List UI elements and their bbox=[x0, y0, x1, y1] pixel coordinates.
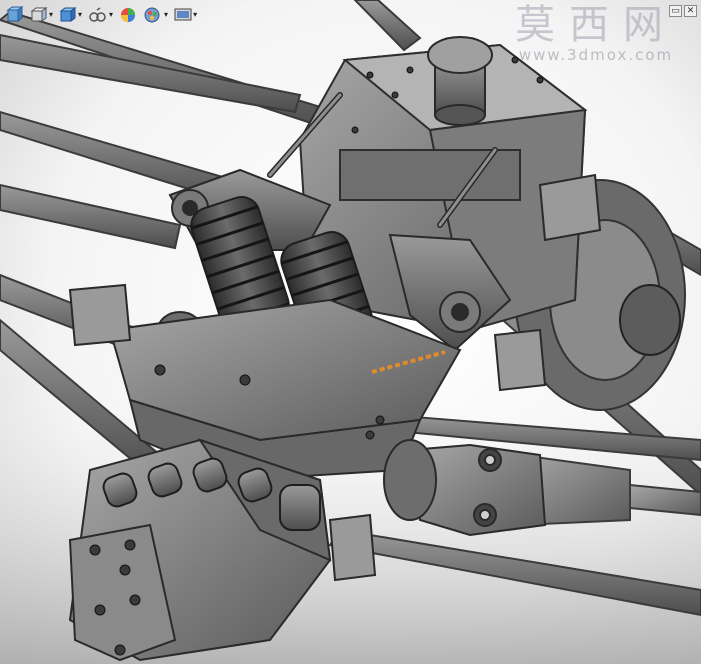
hide-show-items-button[interactable]: ▾ bbox=[57, 4, 84, 26]
view-display-button[interactable]: ▾ bbox=[172, 4, 199, 26]
filler-cap bbox=[427, 36, 493, 126]
chevron-down-icon[interactable]: ▾ bbox=[109, 11, 113, 19]
view-orientation-button[interactable] bbox=[4, 4, 26, 26]
chevron-down-icon[interactable]: ▾ bbox=[164, 11, 168, 19]
model-viewport[interactable] bbox=[0, 0, 701, 664]
apply-scene-button[interactable] bbox=[117, 4, 139, 26]
edit-appearance-button[interactable]: ▾ bbox=[86, 4, 115, 26]
view-orientation-icon bbox=[6, 6, 24, 24]
view-settings-button[interactable]: ▾ bbox=[141, 4, 170, 26]
hide-show-items-icon bbox=[59, 6, 77, 24]
display-style-icon bbox=[30, 6, 48, 24]
chevron-down-icon[interactable]: ▾ bbox=[193, 11, 197, 19]
chevron-down-icon[interactable]: ▾ bbox=[49, 11, 53, 19]
apply-scene-icon bbox=[119, 6, 137, 24]
suspension-assembly-render bbox=[0, 0, 701, 664]
edit-appearance-icon bbox=[88, 6, 108, 24]
view-settings-icon bbox=[143, 6, 163, 24]
close-button[interactable]: ✕ bbox=[684, 5, 697, 17]
display-style-button[interactable]: ▾ bbox=[28, 4, 55, 26]
window-controls: ▭ ✕ bbox=[669, 5, 697, 17]
restore-button[interactable]: ▭ bbox=[669, 5, 682, 17]
chevron-down-icon[interactable]: ▾ bbox=[78, 11, 82, 19]
heads-up-view-toolbar: ▾ ▾ ▾ ▾ ▾ bbox=[0, 0, 199, 30]
u-joint bbox=[383, 439, 547, 537]
display-monitor-icon bbox=[174, 7, 192, 23]
